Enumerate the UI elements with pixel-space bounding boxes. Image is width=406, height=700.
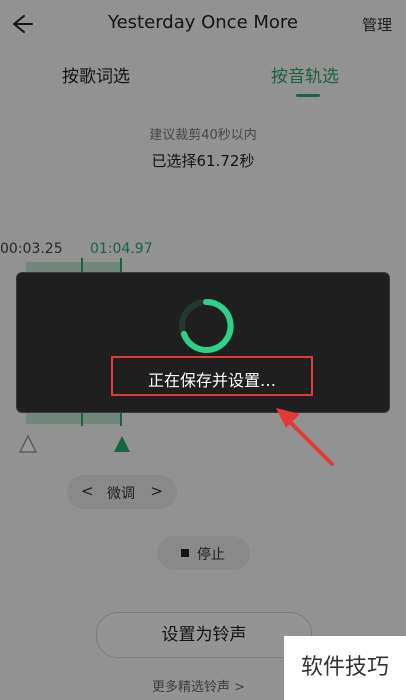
saving-message: 正在保存并设置…	[147, 371, 276, 390]
saving-message-box: 正在保存并设置…	[111, 356, 313, 396]
loading-spinner-icon	[174, 294, 238, 358]
annotation-arrow-icon	[276, 408, 334, 466]
watermark: 软件技巧	[284, 636, 406, 700]
